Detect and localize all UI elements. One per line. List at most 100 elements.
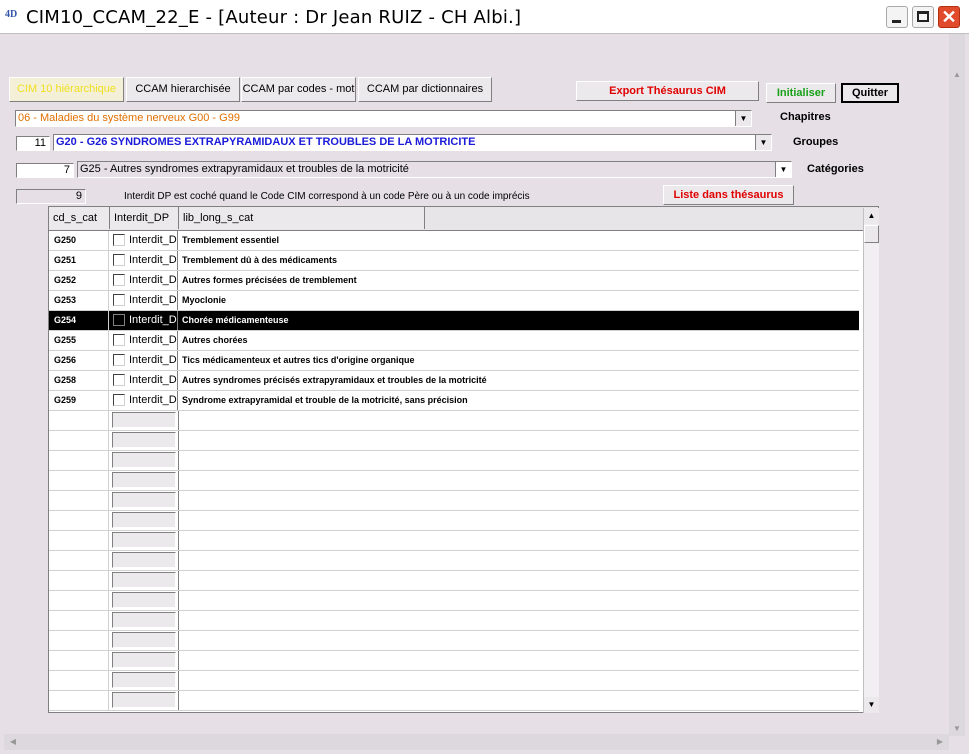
interdit-note: Interdit DP est coché quand le Code CIM … [124,191,530,202]
empty-row[interactable] [49,411,859,431]
empty-row[interactable] [49,491,859,511]
categorie-select[interactable]: G25 - Autres syndromes extrapyramidaux e… [77,161,792,178]
row-code: G254 [49,311,109,330]
table-row[interactable]: G251 Interdit_D Tremblement dû à des médic… [49,251,859,271]
table-row[interactable]: G259 Interdit_D Syndrome extrapyramidal et… [49,391,859,411]
scroll-down-icon[interactable]: ▼ [950,722,964,736]
chevron-down-icon[interactable]: ▼ [775,162,791,177]
groupe-select[interactable]: G20 - G26 SYNDROMES EXTRAPYRAMIDAUX ET T… [53,134,772,151]
row-libelle: Syndrome extrapyramidal et trouble de la… [182,395,468,405]
interdit-dp-checkbox[interactable] [113,394,125,406]
interdit-dp-checkbox[interactable] [113,314,125,326]
tab-ccam-codes-mot[interactable]: CCAM par codes - mot [241,77,356,102]
table-row[interactable]: G255 Interdit_D Autres chorées [49,331,859,351]
interdit-dp-checkbox[interactable] [113,234,125,246]
chevron-down-icon[interactable]: ▼ [735,111,751,126]
empty-row[interactable] [49,471,859,491]
scroll-up-icon[interactable]: ▲ [950,68,964,82]
column-divider [178,551,179,570]
empty-row[interactable] [49,611,859,631]
liste-thesaurus-button[interactable]: Liste dans thésaurus [663,185,794,205]
interdit-dp-checkbox[interactable] [113,294,125,306]
row-libelle: Autres chorées [182,335,248,345]
interdit-dp-checkbox[interactable] [113,274,125,286]
empty-row[interactable] [49,451,859,471]
column-divider [178,571,179,590]
close-button[interactable]: ✕ [938,6,960,28]
table-row[interactable]: G253 Interdit_D Myoclonie [49,291,859,311]
row-libelle: Tremblement dû à des médicaments [182,255,338,265]
results-grid[interactable]: cd_s_cat Interdit_DP lib_long_s_cat G250… [48,206,879,713]
interdit-dp-cell[interactable]: Interdit_D [109,391,178,410]
minimize-button[interactable] [886,6,908,28]
quitter-button[interactable]: Quitter [841,83,899,103]
empty-row[interactable] [49,591,859,611]
empty-row[interactable] [49,671,859,691]
empty-row[interactable] [49,691,859,711]
tab-ccam-dictionnaires[interactable]: CCAM par dictionnaires [358,77,492,102]
table-row[interactable]: G252 Interdit_D Autres formes précisées de… [49,271,859,291]
empty-row[interactable] [49,651,859,671]
column-divider [178,531,179,550]
empty-row[interactable] [49,511,859,531]
window-vertical-scrollbar[interactable]: ▲ ▼ [949,34,965,736]
chapitres-label: Chapitres [780,111,831,123]
table-row[interactable]: G256 Interdit_D Tics médicamenteux et autr… [49,351,859,371]
app-icon: 4D [5,9,18,20]
maximize-icon [917,11,929,22]
interdit-dp-cell[interactable]: Interdit_D [109,231,178,250]
categories-label: Catégories [807,163,864,175]
empty-code-cell [49,551,109,570]
column-divider [178,651,179,670]
export-thesaurus-button[interactable]: Export Thésaurus CIM [576,81,759,101]
empty-interdit-cell [112,532,176,548]
interdit-dp-cell[interactable]: Interdit_D [109,371,178,390]
empty-row[interactable] [49,631,859,651]
empty-interdit-cell [112,472,176,488]
empty-interdit-cell [112,552,176,568]
row-code: G251 [49,251,109,270]
grid-scrollbar[interactable]: ▲ ▼ [863,208,879,713]
column-header-code[interactable]: cd_s_cat [49,207,110,229]
interdit-dp-cell[interactable]: Interdit_D [109,351,178,370]
empty-row[interactable] [49,571,859,591]
empty-code-cell [49,411,109,430]
tab-ccam-hierarchisee[interactable]: CCAM hierarchisée [126,77,240,102]
chevron-down-icon[interactable]: ▼ [755,135,771,150]
maximize-button[interactable] [912,6,934,28]
interdit-dp-checkbox[interactable] [113,354,125,366]
row-libelle: Chorée médicamenteuse [182,315,289,325]
empty-interdit-cell [112,492,176,508]
interdit-dp-checkbox[interactable] [113,334,125,346]
interdit-dp-cell[interactable]: Interdit_D [109,331,178,350]
column-header-lib[interactable]: lib_long_s_cat [179,207,425,229]
chapitre-select[interactable]: 06 - Maladies du système nerveux G00 - G… [15,110,752,127]
column-divider [178,611,179,630]
scroll-right-icon[interactable]: ▶ [933,735,947,749]
table-row[interactable]: G258 Interdit_D Autres syndromes précisés … [49,371,859,391]
empty-interdit-cell [112,652,176,668]
empty-row[interactable] [49,551,859,571]
empty-row[interactable] [49,431,859,451]
tab-cim10-hierarchique[interactable]: CIM 10 hiérarchique [9,77,124,102]
interdit-dp-checkbox[interactable] [113,254,125,266]
interdit-dp-cell[interactable]: Interdit_D [109,291,178,310]
column-header-interdit[interactable]: Interdit_DP [110,207,179,229]
interdit-dp-cell[interactable]: Interdit_D [109,311,178,330]
scroll-left-icon[interactable]: ◀ [6,735,20,749]
scroll-up-icon[interactable]: ▲ [864,208,879,224]
empty-code-cell [49,471,109,490]
empty-row[interactable] [49,531,859,551]
table-row[interactable]: G254 Interdit_D Chorée médicamenteuse [49,311,859,331]
column-divider [178,491,179,510]
interdit-dp-checkbox[interactable] [113,374,125,386]
window-horizontal-scrollbar[interactable]: ◀ ▶ [4,734,949,750]
scroll-down-icon[interactable]: ▼ [864,697,879,713]
initialiser-button[interactable]: Initialiser [766,83,836,103]
row-code: G258 [49,371,109,390]
table-row[interactable]: G250 Interdit_D Tremblement essentiel [49,231,859,251]
scroll-thumb[interactable] [864,225,879,243]
title-bar[interactable]: 4D CIM10_CCAM_22_E - [Auteur : Dr Jean R… [0,0,969,34]
interdit-dp-cell[interactable]: Interdit_D [109,251,178,270]
interdit-dp-cell[interactable]: Interdit_D [109,271,178,290]
